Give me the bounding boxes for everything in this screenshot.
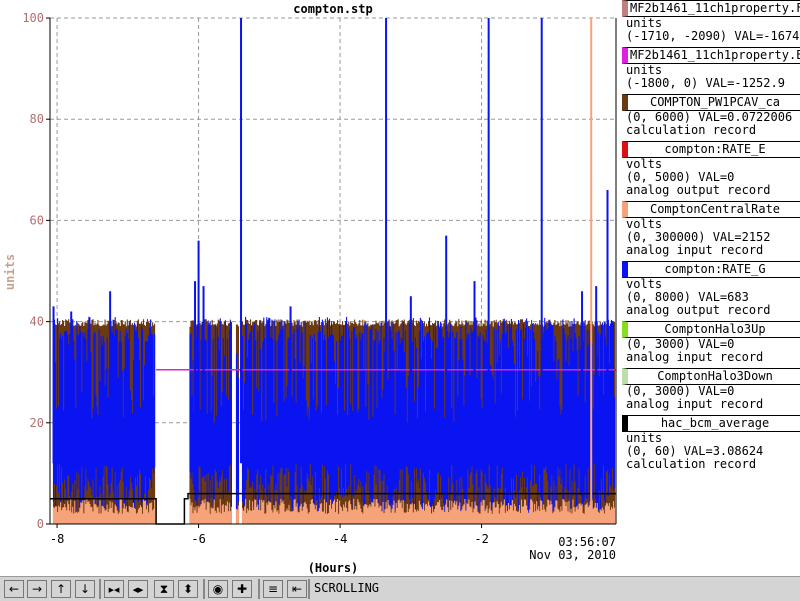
toolbar-separator xyxy=(308,579,310,599)
zoom-out-horizontal-button[interactable]: ◀▶ xyxy=(128,580,148,598)
legend-label[interactable]: hac_bcm_average xyxy=(622,415,800,432)
legend-item[interactable]: MF2b1461_11ch1property.F units (-1710, -20… xyxy=(620,0,800,43)
legend-label[interactable]: ComptonCentralRate xyxy=(622,201,800,218)
legend-label[interactable]: ComptonHalo3Up xyxy=(622,321,800,338)
legend-item[interactable]: compton:RATE_E volts (0, 5000) VAL=0 analog… xyxy=(620,141,800,197)
right-arrow-button[interactable]: → xyxy=(27,580,47,598)
timestamp-time: 03:56:07 xyxy=(558,535,616,549)
zoom-in-vertical-icon: ⧗ xyxy=(159,582,169,596)
toolbar-separator xyxy=(258,579,260,599)
zoom-in-horizontal-icon: ▶◀ xyxy=(108,586,120,594)
legend-label[interactable]: compton:RATE_G xyxy=(622,261,800,278)
add-icon: ✚ xyxy=(236,582,248,596)
y-tick-label: 60 xyxy=(30,213,44,227)
up-arrow-icon: ↑ xyxy=(55,582,67,596)
y-tick-label: 20 xyxy=(30,416,44,430)
legend-detail: calculation record xyxy=(626,123,757,137)
zoom-out-horizontal-icon: ◀▶ xyxy=(132,586,144,594)
legend-item[interactable]: ComptonCentralRate volts (0, 300000) VAL=2… xyxy=(620,201,800,257)
x-axis-label: (Hours) xyxy=(308,561,359,575)
y-tick-label: 100 xyxy=(22,11,44,25)
autoscale-icon: ≡ xyxy=(267,582,279,596)
toolbar: SCROLLING ← → ↑ ↓ ▶◀ ◀▶ ⧗ ⬍ ◉ ✚ ≡ ⇤ xyxy=(0,576,800,601)
x-tick-label: -6 xyxy=(191,532,205,546)
y-tick-label: 0 xyxy=(37,517,44,531)
y-tick-label: 40 xyxy=(30,315,44,329)
y-tick-label: 80 xyxy=(30,112,44,126)
legend-detail: analog output record xyxy=(626,303,771,317)
toolbar-separator xyxy=(203,579,205,599)
legend-item[interactable]: ComptonHalo3Up (0, 3000) VAL=0 analog inpu… xyxy=(620,321,800,364)
scroll-back-button[interactable]: ⇤ xyxy=(287,580,307,598)
legend-item[interactable]: COMPTON_PW1PCAV_ca (0, 6000) VAL=0.072200… xyxy=(620,94,800,137)
left-arrow-button[interactable]: ← xyxy=(4,580,24,598)
autoscale-button[interactable]: ≡ xyxy=(263,580,283,598)
center-icon: ◉ xyxy=(212,582,224,596)
legend-detail: analog input record xyxy=(626,397,764,411)
legend-item[interactable]: ComptonHalo3Down (0, 3000) VAL=0 analog in… xyxy=(620,368,800,411)
legend-detail: (-1710, -2090) VAL=-1674.7 xyxy=(626,29,800,43)
chart-title: compton.stp xyxy=(293,2,372,16)
down-arrow-icon: ↓ xyxy=(79,582,91,596)
zoom-in-horizontal-button[interactable]: ▶◀ xyxy=(104,580,124,598)
toolbar-separator xyxy=(99,579,101,599)
x-tick-label: -4 xyxy=(333,532,347,546)
legend-detail: analog output record xyxy=(626,183,771,197)
x-tick-label: -2 xyxy=(474,532,488,546)
legend-label[interactable]: MF2b1461_11ch1property.E xyxy=(622,47,800,64)
legend-detail: calculation record xyxy=(626,457,757,471)
left-arrow-icon: ← xyxy=(8,582,20,596)
y-axis-label: units xyxy=(3,254,17,290)
status-label: SCROLLING xyxy=(314,581,380,595)
legend-label[interactable]: COMPTON_PW1PCAV_ca xyxy=(622,94,800,111)
legend-detail: analog input record xyxy=(626,243,764,257)
add-button[interactable]: ✚ xyxy=(232,580,252,598)
legend-item[interactable]: compton:RATE_G volts (0, 8000) VAL=683 anal… xyxy=(620,261,800,317)
center-button[interactable]: ◉ xyxy=(208,580,228,598)
legend-label[interactable]: ComptonHalo3Down xyxy=(622,368,800,385)
right-arrow-icon: → xyxy=(31,582,43,596)
legend-label[interactable]: MF2b1461_11ch1property.F xyxy=(622,0,800,17)
legend: MF2b1461_11ch1property.F units (-1710, -20… xyxy=(620,0,800,480)
scroll-back-icon: ⇤ xyxy=(291,582,303,596)
zoom-out-vertical-icon: ⬍ xyxy=(182,582,194,596)
legend-item[interactable]: hac_bcm_average units (0, 60) VAL=3.08624 c… xyxy=(620,415,800,471)
legend-label[interactable]: compton:RATE_E xyxy=(622,141,800,158)
timestamp-date: Nov 03, 2010 xyxy=(529,548,616,562)
legend-item[interactable]: MF2b1461_11ch1property.E units (-1800, 0) … xyxy=(620,47,800,90)
up-arrow-button[interactable]: ↑ xyxy=(51,580,71,598)
legend-detail: analog input record xyxy=(626,350,764,364)
down-arrow-button[interactable]: ↓ xyxy=(75,580,95,598)
zoom-out-vertical-button[interactable]: ⬍ xyxy=(178,580,198,598)
zoom-in-vertical-button[interactable]: ⧗ xyxy=(154,580,174,598)
x-tick-label: -8 xyxy=(50,532,64,546)
strip-chart: compton.stp 0 20 40 60 80 100 -8 -6 -4 -2 units (… xyxy=(3,2,617,575)
legend-detail: (-1800, 0) VAL=-1252.9 xyxy=(626,76,785,90)
